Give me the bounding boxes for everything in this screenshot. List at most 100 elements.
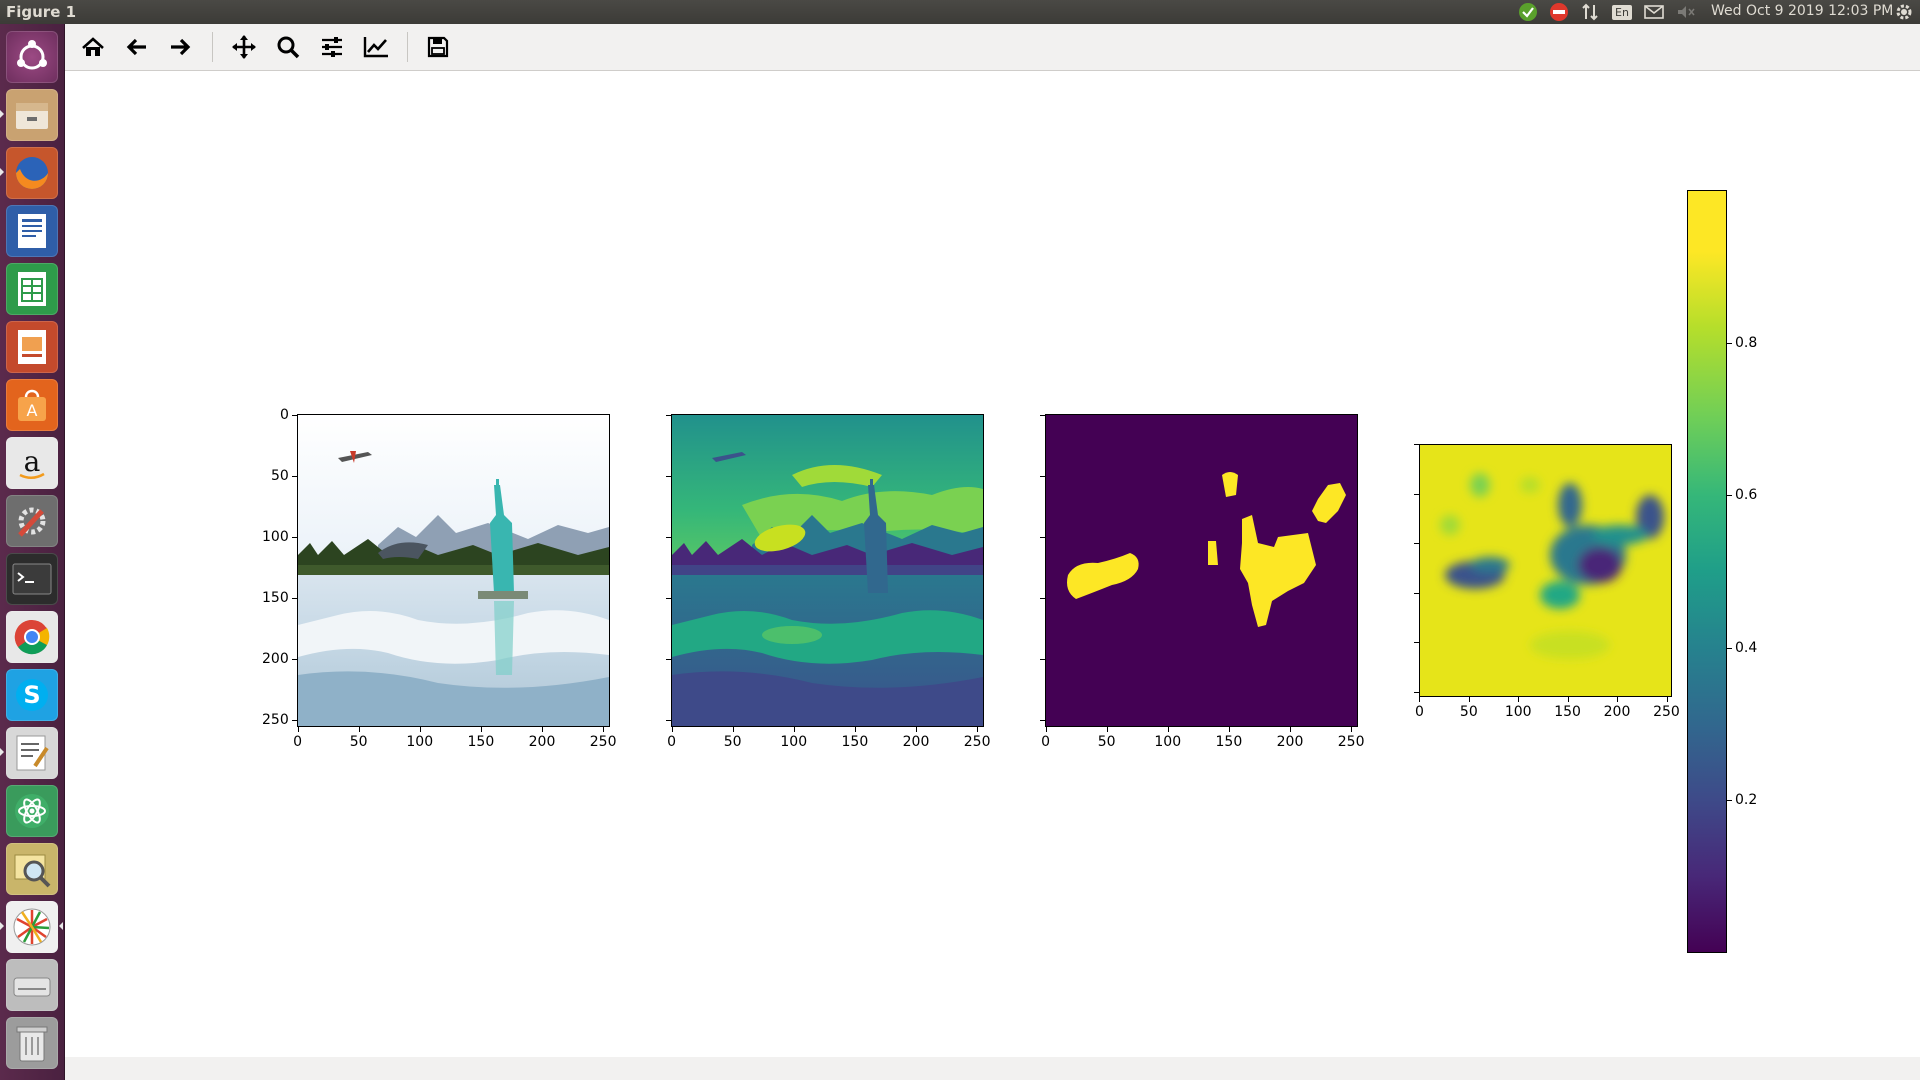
- axes-heatmap[interactable]: [1419, 444, 1672, 697]
- tick-mark: [1040, 536, 1045, 538]
- tick-mark: [1106, 727, 1108, 732]
- home-button[interactable]: [77, 31, 109, 63]
- sliders-icon: [322, 37, 342, 57]
- figure-canvas[interactable]: 0 50 100 150 200 250 0 50 100 150 200 250 0 50 100 150 2…: [65, 71, 1920, 1057]
- binary-mask-image: [1046, 415, 1357, 726]
- tick-mark: [292, 659, 297, 661]
- zoom-button[interactable]: [272, 31, 304, 63]
- tick-mark: [1567, 697, 1569, 702]
- trash-icon[interactable]: [6, 1017, 58, 1069]
- edit-axes-button[interactable]: [360, 31, 392, 63]
- tick-mark: [666, 720, 671, 722]
- chrome-icon[interactable]: [6, 611, 58, 663]
- launcher: A a S: [0, 24, 65, 1080]
- tick-mark: [793, 727, 795, 732]
- tick-mark: [1468, 697, 1470, 702]
- tick-mark: [1351, 727, 1353, 732]
- text-editor-icon[interactable]: [6, 727, 58, 779]
- tick-label: 0: [1041, 734, 1051, 750]
- save-button[interactable]: [422, 31, 454, 63]
- tick-label: 150: [262, 590, 289, 606]
- tick-label: 200: [902, 734, 930, 750]
- tick-mark: [1666, 697, 1668, 702]
- svg-text:S: S: [23, 681, 40, 709]
- mail-icon[interactable]: [1642, 2, 1666, 22]
- tick-mark: [916, 727, 918, 732]
- original-photo-image: [298, 415, 609, 726]
- tick-label: 250: [589, 734, 617, 750]
- tick-mark: [292, 598, 297, 599]
- colorbar[interactable]: [1687, 190, 1727, 953]
- amazon-icon[interactable]: a: [6, 437, 58, 489]
- tick-label: 50: [1097, 734, 1116, 750]
- tick-mark: [1414, 444, 1419, 446]
- system-settings-icon[interactable]: [6, 495, 58, 547]
- tick-label: 0.2: [1735, 792, 1758, 809]
- tick-mark: [1727, 495, 1732, 497]
- tick-mark: [1727, 342, 1732, 344]
- magnifier-icon: [277, 36, 300, 59]
- tick-label: 200: [1603, 704, 1631, 720]
- tick-mark: [297, 727, 299, 732]
- disk-drive-icon[interactable]: [6, 959, 58, 1011]
- tick-mark: [1040, 414, 1045, 416]
- tick-mark: [481, 727, 482, 732]
- firefox-icon[interactable]: [6, 147, 58, 199]
- tick-mark: [1414, 642, 1419, 644]
- libreoffice-impress-icon[interactable]: [6, 321, 58, 373]
- launcher-focused-indicator: [59, 922, 63, 930]
- tick-mark: [603, 727, 605, 732]
- software-center-icon[interactable]: A: [6, 379, 58, 431]
- tick-mark: [419, 727, 421, 732]
- update-ok-icon[interactable]: [1516, 2, 1540, 22]
- axes-viridis-image[interactable]: [671, 414, 984, 727]
- tick-label: 0: [667, 734, 677, 750]
- tick-mark: [1617, 697, 1619, 702]
- axes-original-image[interactable]: [297, 414, 610, 727]
- no-entry-icon[interactable]: [1547, 2, 1571, 22]
- settings-gear-icon[interactable]: [1892, 2, 1916, 22]
- tick-mark: [1414, 691, 1419, 693]
- tick-mark: [666, 598, 671, 599]
- tick-label: 50: [271, 467, 289, 484]
- tick-label: 50: [1459, 704, 1478, 720]
- pinwheel-app-icon[interactable]: [6, 901, 58, 953]
- tick-mark: [666, 414, 671, 416]
- tick-label: 150: [1554, 704, 1581, 720]
- launcher-running-indicator: [0, 748, 4, 756]
- pan-button[interactable]: [228, 31, 260, 63]
- tick-mark: [1167, 727, 1169, 732]
- tick-mark: [292, 414, 297, 416]
- launcher-running-indicator: [0, 168, 4, 176]
- libreoffice-calc-icon[interactable]: [6, 263, 58, 315]
- tick-label: 200: [1276, 734, 1304, 750]
- tick-label: 250: [1653, 704, 1680, 720]
- image-viewer-icon[interactable]: [6, 843, 58, 895]
- configure-subplots-button[interactable]: [316, 31, 348, 63]
- tick-mark: [666, 659, 671, 661]
- ubuntu-dash-icon[interactable]: [6, 31, 58, 83]
- axes-binary-mask[interactable]: [1045, 414, 1358, 727]
- skype-icon[interactable]: S: [6, 669, 58, 721]
- clock[interactable]: Wed Oct 9 2019 12:03 PM: [1711, 3, 1893, 19]
- back-button[interactable]: [121, 31, 153, 63]
- tick-label: 100: [262, 528, 289, 545]
- toolbar: [65, 24, 1920, 71]
- tick-mark: [1414, 592, 1419, 594]
- line-chart-icon: [363, 37, 388, 58]
- network-arrows-icon[interactable]: [1578, 2, 1602, 22]
- files-icon[interactable]: [6, 89, 58, 141]
- tick-mark: [1414, 543, 1419, 545]
- forward-button[interactable]: [164, 31, 196, 63]
- keyboard-icon[interactable]: En: [1610, 2, 1634, 22]
- volume-muted-icon[interactable]: [1674, 2, 1698, 22]
- tick-mark: [1040, 659, 1045, 661]
- terminal-icon[interactable]: [6, 553, 58, 605]
- tick-mark: [671, 727, 673, 732]
- libreoffice-writer-icon[interactable]: [6, 205, 58, 257]
- atom-icon[interactable]: [6, 785, 58, 837]
- arrow-left-icon: [126, 38, 146, 56]
- tick-mark: [1518, 697, 1520, 702]
- tick-label: 200: [262, 651, 289, 668]
- toolbar-separator: [407, 32, 408, 62]
